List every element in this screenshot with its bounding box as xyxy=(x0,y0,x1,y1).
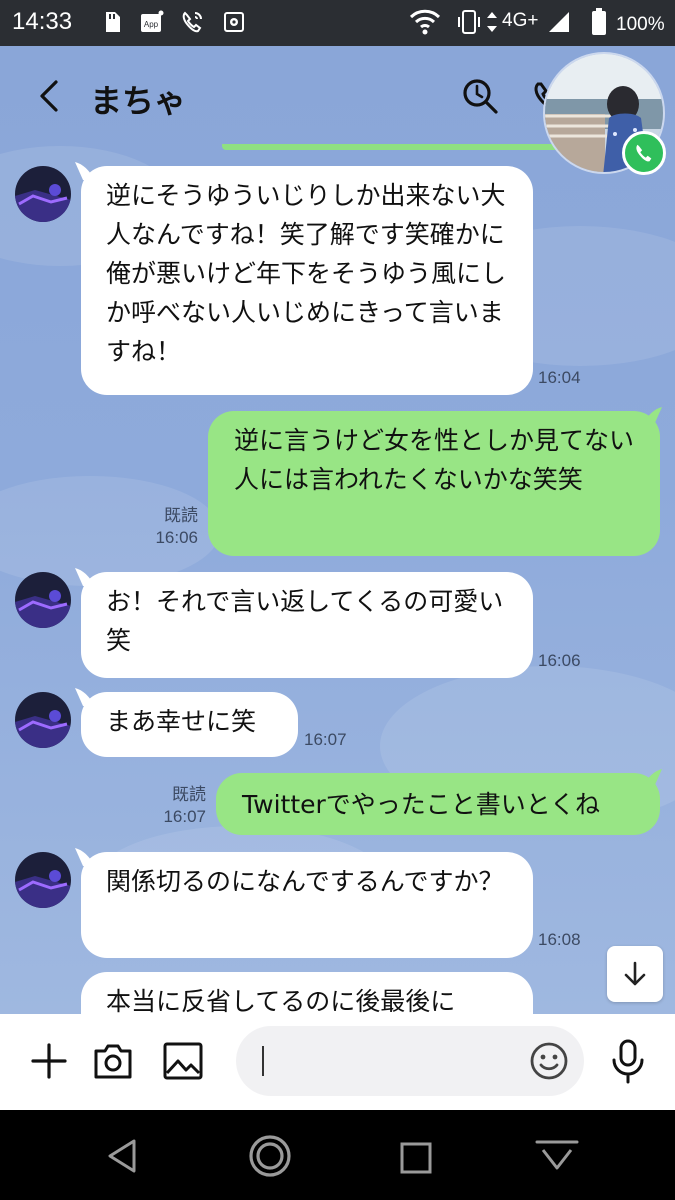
search-button[interactable] xyxy=(460,76,500,116)
avatar-photo xyxy=(15,852,71,908)
contact-avatar[interactable] xyxy=(15,572,71,628)
arrow-down-icon xyxy=(624,961,646,986)
avatar-photo xyxy=(15,166,71,222)
system-nav-bar xyxy=(0,1110,675,1200)
phone-icon xyxy=(636,144,652,162)
avatar-photo xyxy=(15,572,71,628)
message-text: 関係切るのになんでするんですか？ xyxy=(106,867,504,896)
battery-icon xyxy=(588,8,610,35)
nav-recents-button[interactable] xyxy=(394,1136,438,1180)
message-text: お！それで言い返してくるの可愛い笑 xyxy=(106,587,504,655)
read-label: 既読 xyxy=(172,785,206,804)
image-button[interactable] xyxy=(160,1038,206,1084)
text-cursor xyxy=(262,1046,264,1076)
status-bar: 14:33 App 4G+ 100% xyxy=(0,0,675,46)
signal-icon xyxy=(546,10,572,34)
nav-back-icon xyxy=(108,1139,136,1173)
nav-home-button[interactable] xyxy=(246,1132,294,1180)
message-time: 16:06 xyxy=(155,528,198,547)
emoji-icon xyxy=(530,1042,568,1080)
emoji-button[interactable] xyxy=(528,1040,570,1082)
message-text: まあ幸せに笑 xyxy=(106,707,257,736)
vibrate-icon xyxy=(457,10,481,34)
incoming-message[interactable]: まあ幸せに笑 xyxy=(81,692,298,757)
contact-avatar[interactable] xyxy=(15,852,71,908)
avatar-photo xyxy=(15,692,71,748)
message-time: 16:07 xyxy=(163,807,206,826)
search-icon xyxy=(463,79,498,114)
message-text: 逆に言うけど女を性としか見てない人には言われたくないかな笑笑 xyxy=(234,426,635,494)
chat-title: まちゃ xyxy=(90,82,187,120)
outgoing-message[interactable]: Twitterでやったこと書いとくね xyxy=(216,773,660,835)
image-icon xyxy=(163,1042,203,1080)
network-type-label: 4G+ xyxy=(502,10,539,31)
floating-call-button[interactable] xyxy=(622,131,666,175)
message-time: 16:07 xyxy=(304,730,347,749)
outgoing-message[interactable]: 逆に言うけど女を性としか見てない人には言われたくないかな笑笑 xyxy=(208,411,660,556)
message-time: 16:08 xyxy=(538,930,581,949)
message-time: 16:06 xyxy=(538,651,581,670)
data-arrows-icon xyxy=(484,10,500,34)
read-receipt: 既読 16:06 xyxy=(140,505,198,549)
incoming-message[interactable]: 関係切るのになんでするんですか？ xyxy=(81,852,533,958)
nav-back-button[interactable] xyxy=(100,1134,144,1178)
camera-icon xyxy=(94,1044,132,1079)
incoming-message[interactable]: 逆にそうゆういじりしか出来ない大人なんですね！笑了解です笑確かに俺が悪いけど年下… xyxy=(81,166,533,395)
nav-home-icon xyxy=(249,1135,291,1177)
read-receipt: 既読 16:07 xyxy=(148,784,206,828)
message-text: Twitterでやったこと書いとくね xyxy=(242,790,601,819)
contact-avatar[interactable] xyxy=(15,166,71,222)
settings-notification-icon xyxy=(222,10,246,34)
status-time: 14:33 xyxy=(12,8,73,35)
battery-percent: 100% xyxy=(616,14,665,35)
voice-button[interactable] xyxy=(606,1036,650,1086)
sd-card-icon xyxy=(100,10,124,34)
message-time: 16:04 xyxy=(538,368,581,387)
message-text: 本当に反省してるのに後最後に xyxy=(106,987,456,1016)
scroll-to-bottom-button[interactable] xyxy=(607,946,663,1002)
back-icon xyxy=(40,80,58,112)
incoming-message[interactable]: お！それで言い返してくるの可愛い笑 xyxy=(81,572,533,678)
camera-button[interactable] xyxy=(90,1038,136,1084)
svg-text:App: App xyxy=(144,20,159,29)
nav-keyboard-hide-icon xyxy=(535,1140,579,1170)
microphone-icon xyxy=(612,1039,644,1084)
nav-recents-icon xyxy=(400,1142,432,1174)
contact-avatar[interactable] xyxy=(15,692,71,748)
bubble-tail xyxy=(642,769,662,787)
add-button[interactable] xyxy=(28,1040,70,1082)
plus-icon xyxy=(31,1043,67,1079)
message-text: 逆にそうゆういじりしか出来ない大人なんですね！笑了解です笑確かに俺が悪いけど年下… xyxy=(106,181,507,366)
wifi-calling-icon xyxy=(180,10,204,34)
previous-message-edge xyxy=(222,144,562,150)
read-label: 既読 xyxy=(164,506,198,525)
nav-hide-keyboard-button[interactable] xyxy=(532,1134,582,1178)
wifi-icon xyxy=(408,9,442,35)
bubble-tail xyxy=(642,407,662,425)
app-notification-icon: App xyxy=(140,10,164,34)
back-button[interactable] xyxy=(30,76,70,116)
